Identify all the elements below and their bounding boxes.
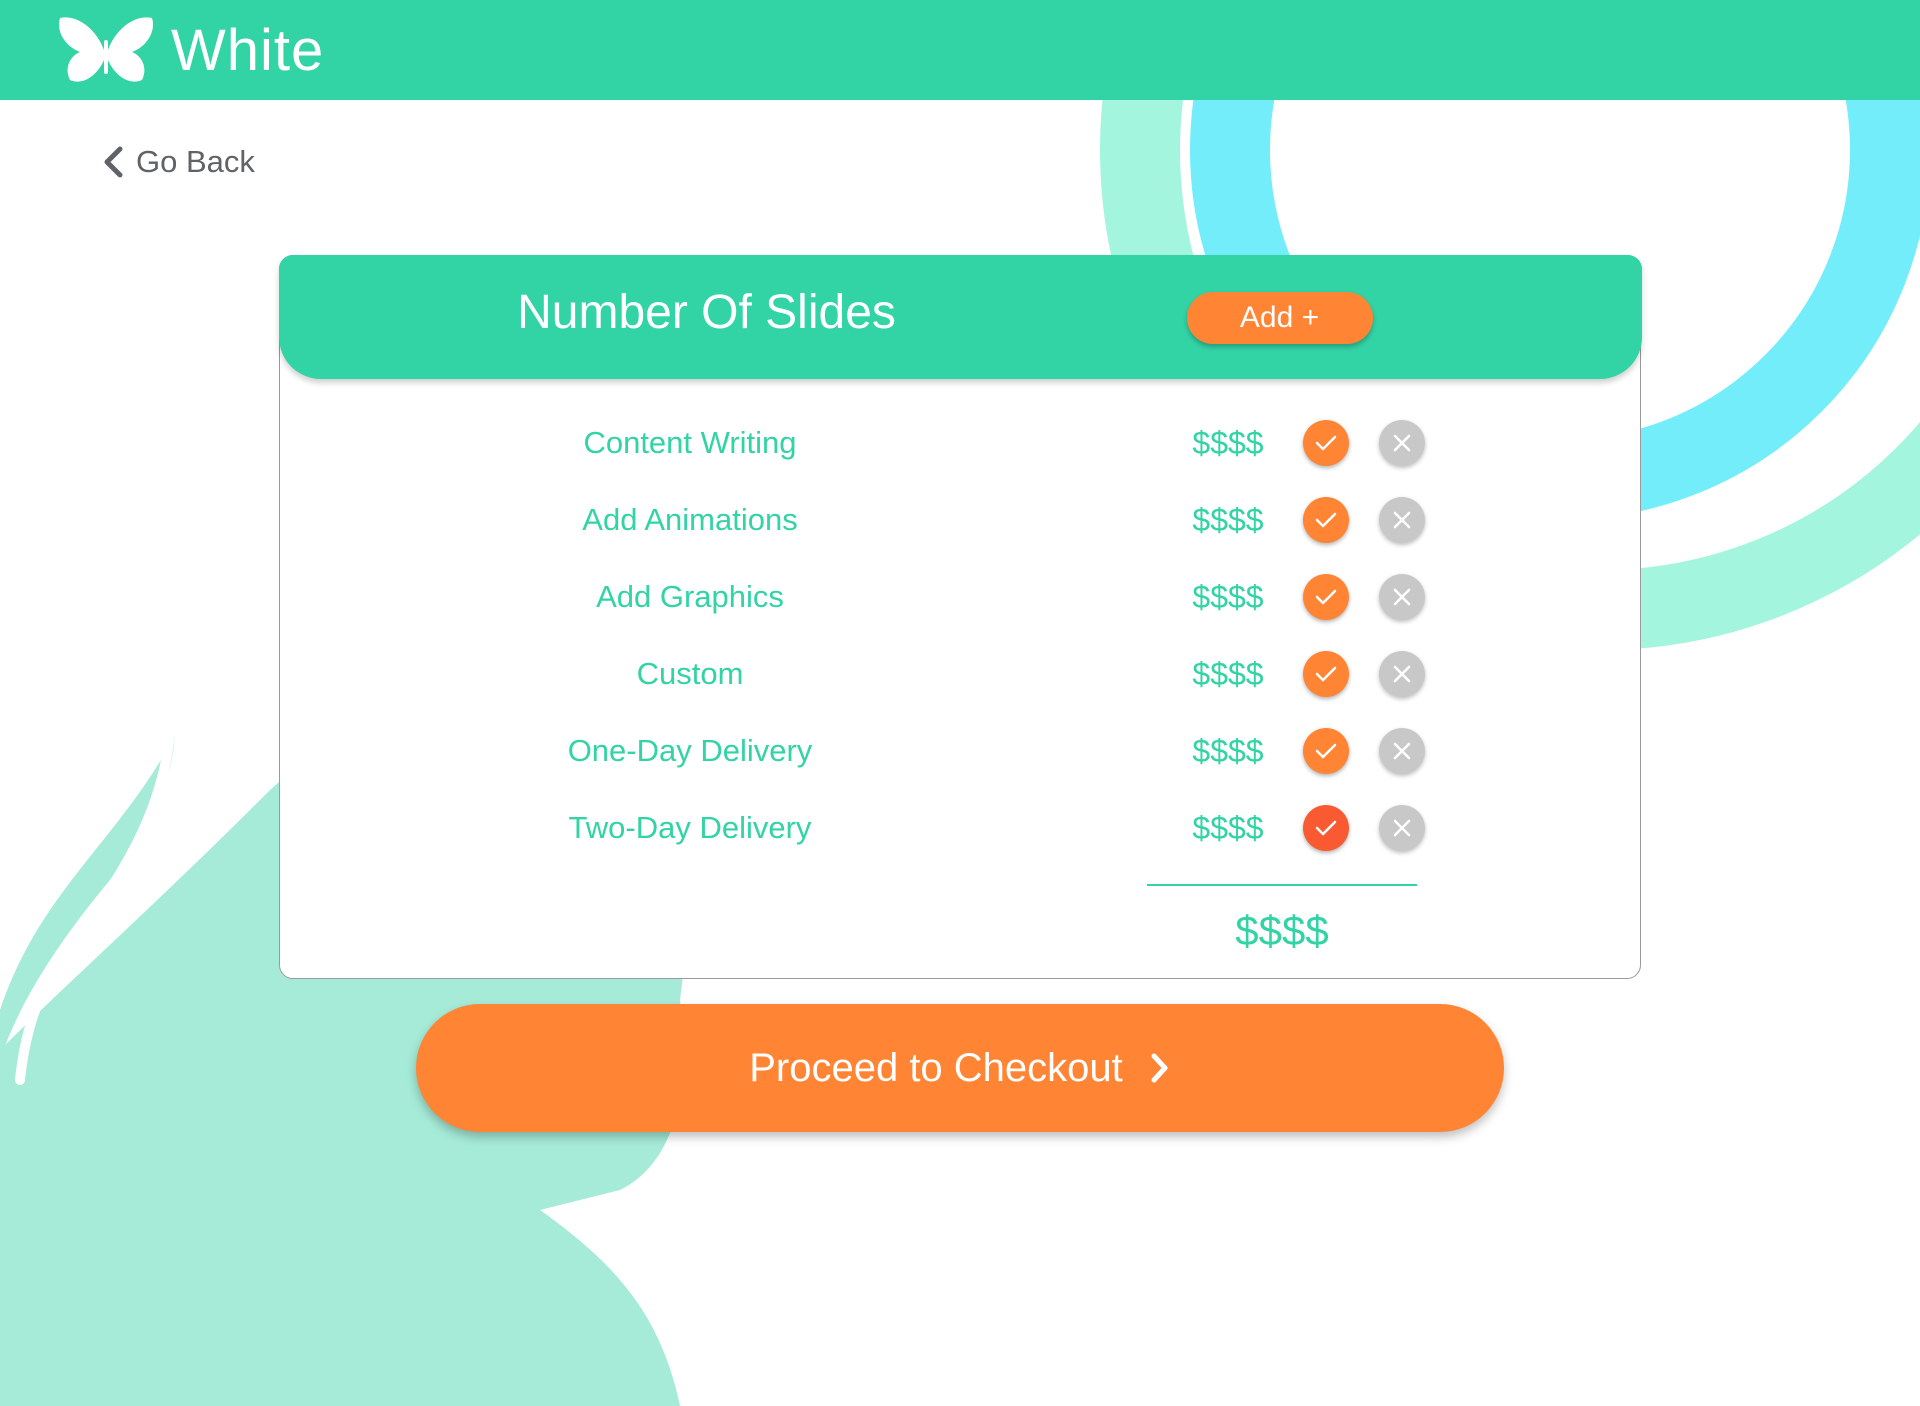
option-label: Custom (636, 656, 744, 691)
option-label: Content Writing (583, 425, 797, 460)
option-row-add-graphics: Add Graphics $$$$ (280, 567, 1640, 627)
remove-button[interactable] (1379, 728, 1425, 774)
option-row-one-day-delivery: One-Day Delivery $$$$ (280, 721, 1640, 781)
app-header: White (0, 0, 1920, 100)
close-icon (1393, 665, 1411, 683)
remove-button[interactable] (1379, 497, 1425, 543)
option-price: $$$$ (1192, 502, 1264, 538)
option-price: $$$$ (1192, 810, 1264, 846)
option-price: $$$$ (1192, 425, 1264, 461)
check-icon (1315, 820, 1337, 836)
remove-button[interactable] (1379, 574, 1425, 620)
select-button[interactable] (1303, 420, 1349, 466)
option-row-add-animations: Add Animations $$$$ (280, 490, 1640, 550)
proceed-to-checkout-button[interactable]: Proceed to Checkout (416, 1004, 1504, 1132)
brand-name: White (171, 18, 325, 83)
butterfly-logo-icon[interactable] (56, 10, 156, 88)
remove-button[interactable] (1379, 805, 1425, 851)
slides-options-card: Number Of Slides Add + Content Writing $… (278, 254, 1642, 979)
option-label: Add Animations (582, 502, 798, 537)
select-button[interactable] (1303, 651, 1349, 697)
go-back-label: Go Back (136, 144, 255, 179)
close-icon (1393, 511, 1411, 529)
close-icon (1393, 819, 1411, 837)
go-back-link[interactable]: Go Back (102, 140, 255, 184)
check-icon (1315, 589, 1337, 605)
select-button[interactable] (1303, 497, 1349, 543)
option-row-content-writing: Content Writing $$$$ (280, 413, 1640, 473)
check-icon (1315, 435, 1337, 451)
remove-button[interactable] (1379, 420, 1425, 466)
select-button[interactable] (1303, 728, 1349, 774)
option-price: $$$$ (1192, 733, 1264, 769)
check-icon (1315, 512, 1337, 528)
select-button-selected[interactable] (1303, 805, 1349, 851)
check-icon (1315, 666, 1337, 682)
options-list: Content Writing $$$$ Add Animations $$$$… (280, 256, 1640, 978)
checkout-label: Proceed to Checkout (749, 1045, 1123, 1090)
option-row-custom: Custom $$$$ (280, 644, 1640, 704)
total-divider (1147, 884, 1417, 886)
option-label: One-Day Delivery (567, 733, 813, 768)
close-icon (1393, 742, 1411, 760)
total-price: $$$$ (1235, 907, 1329, 954)
close-icon (1393, 588, 1411, 606)
option-price: $$$$ (1192, 579, 1264, 615)
option-row-two-day-delivery: Two-Day Delivery $$$$ (280, 798, 1640, 858)
close-icon (1393, 434, 1411, 452)
remove-button[interactable] (1379, 651, 1425, 697)
chevron-right-icon (1151, 1053, 1168, 1083)
check-icon (1315, 743, 1337, 759)
option-price: $$$$ (1192, 656, 1264, 692)
option-label: Add Graphics (596, 579, 784, 614)
chevron-left-icon (104, 146, 123, 178)
select-button[interactable] (1303, 574, 1349, 620)
option-label: Two-Day Delivery (568, 810, 812, 845)
